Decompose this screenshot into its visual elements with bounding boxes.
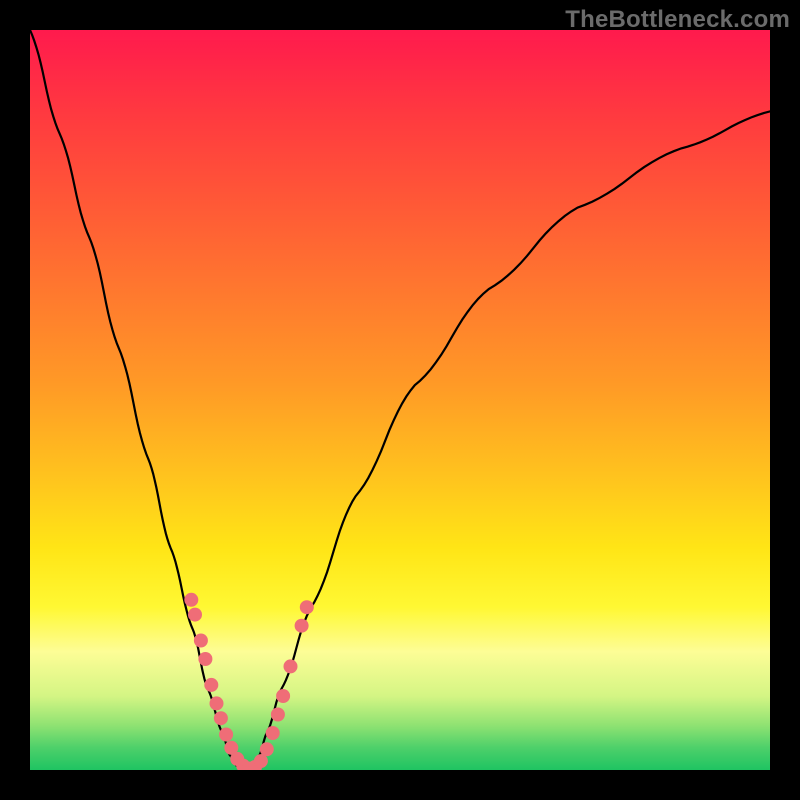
bottleneck-curve [30, 30, 770, 770]
chart-frame: TheBottleneck.com [0, 0, 800, 800]
data-dot [184, 593, 198, 607]
data-dot [242, 762, 256, 771]
data-dot [214, 711, 228, 725]
data-dot [224, 741, 238, 755]
data-dot [271, 708, 285, 722]
data-dot [204, 678, 218, 692]
data-dot [198, 652, 212, 666]
chart-plot-area [30, 30, 770, 770]
scatter-dots [184, 593, 313, 770]
data-dot [210, 696, 224, 710]
data-dot [300, 600, 314, 614]
data-dot [266, 726, 280, 740]
data-dot [254, 754, 268, 768]
data-dot [260, 742, 274, 756]
data-dot [248, 760, 262, 770]
data-dot [284, 659, 298, 673]
data-dot [236, 759, 250, 770]
data-dot [230, 752, 244, 766]
bottleneck-curve-svg [30, 30, 770, 770]
data-dot [276, 689, 290, 703]
data-dot [188, 608, 202, 622]
data-dot [219, 728, 233, 742]
data-dot [295, 619, 309, 633]
data-dot [194, 634, 208, 648]
